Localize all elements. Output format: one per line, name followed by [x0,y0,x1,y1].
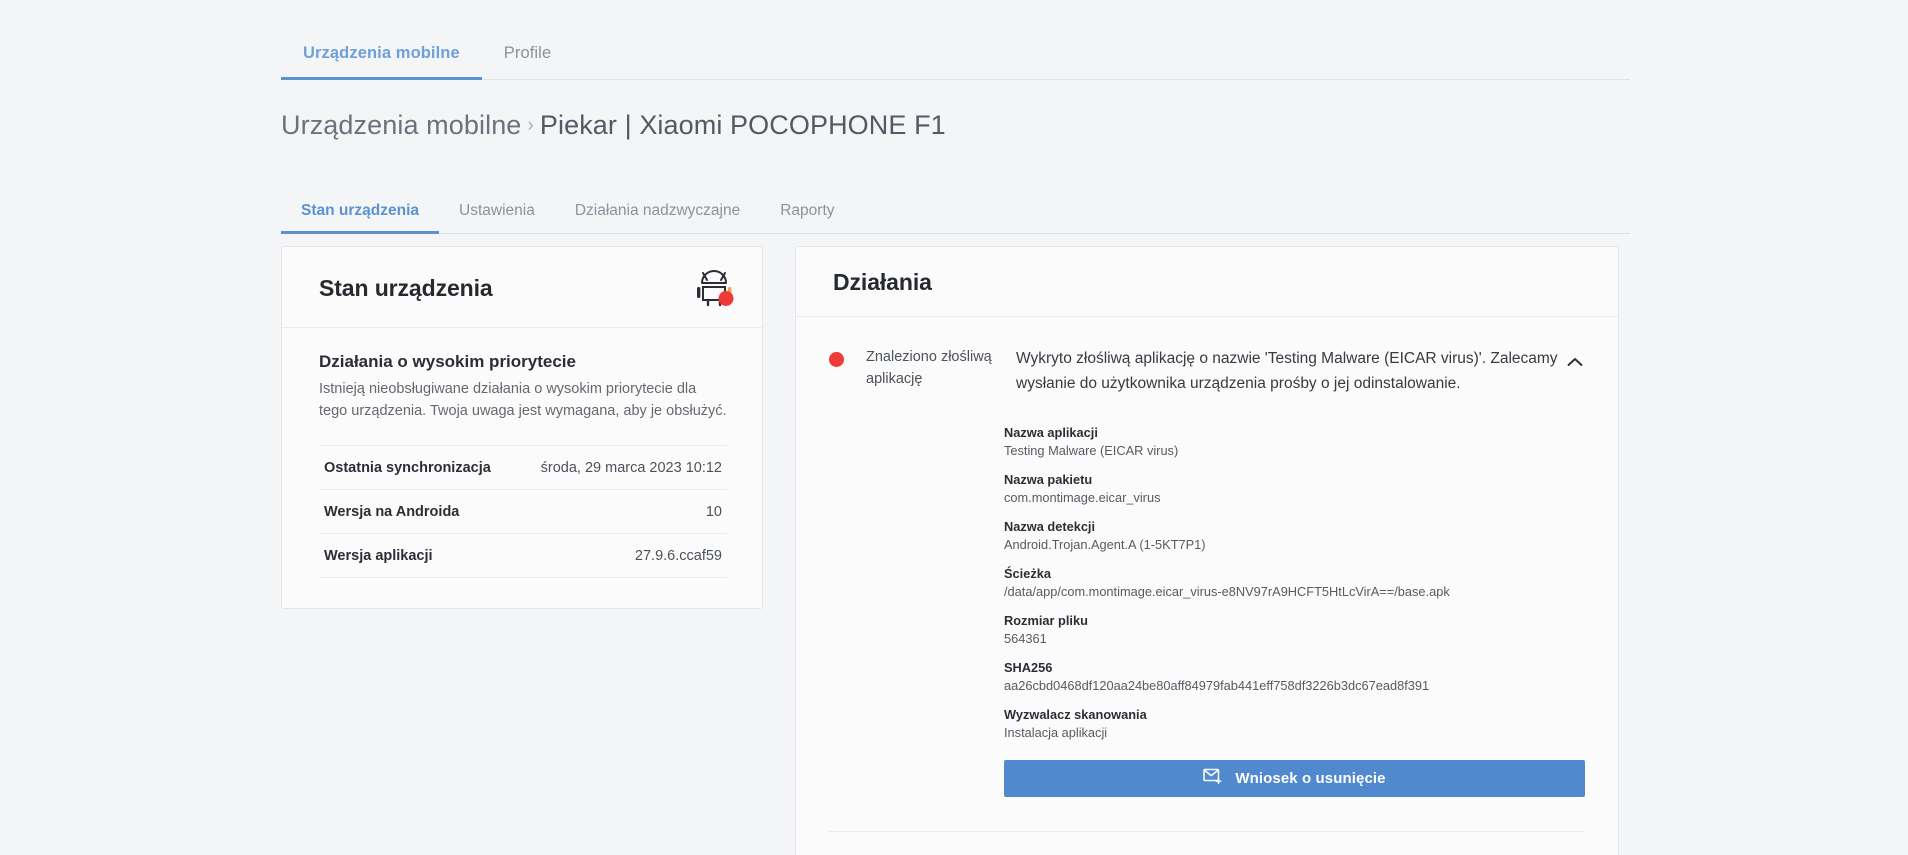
row-value: 27.9.6.ccaf59 [634,547,722,564]
detail-list: Nazwa aplikacji Testing Malware (EICAR v… [1004,425,1585,740]
detail-value: com.montimage.eicar_virus [1004,489,1161,505]
breadcrumb-separator: › [527,115,534,136]
severity-dot-icon [829,352,844,367]
detail-item: Nazwa detekcji Android.Trojan.Agent.A (1… [1004,519,1585,552]
detail-item: Rozmiar pliku 564361 [1004,613,1585,646]
row-key: Wersja na Androida [324,503,460,520]
device-status-card: Stan urządzenia Działania o wysokim prio… [281,246,763,609]
detail-item: Nazwa pakietu com.montimage.eicar_virus [1004,472,1585,505]
tab-reports[interactable]: Raporty [760,202,854,233]
detail-label: Rozmiar pliku [1004,612,1088,628]
detail-value: 564361 [1004,630,1047,646]
android-robot-icon [695,269,735,307]
table-row: Wersja aplikacji 27.9.6.ccaf59 [319,533,727,578]
table-row: Wersja na Androida 10 [319,489,727,534]
detail-value: Testing Malware (EICAR virus) [1004,442,1179,458]
actions-card: Działania Znaleziono złośliwą aplikację … [795,246,1619,855]
detail-label: Nazwa aplikacji [1004,424,1098,440]
top-navigation: Urządzenia mobilne Profile [281,0,1630,80]
device-status-title: Stan urządzenia [319,274,493,301]
detail-item: Wyzwalacz skanowania Instalacja aplikacj… [1004,707,1585,740]
detail-item: SHA256 aa26cbd0468df120aa24be80aff84979f… [1004,660,1585,693]
detail-value: Android.Trojan.Agent.A (1-5KT7P1) [1004,536,1206,552]
sub-tab-list: Stan urządzenia Ustawienia Działania nad… [281,186,1630,234]
device-status-body: Działania o wysokim priorytecie Istnieją… [282,328,762,608]
request-removal-button[interactable]: Wniosek o usunięcie [1004,759,1585,797]
table-row: Ostatnia synchronizacja środa, 29 marca … [319,445,727,490]
row-value: środa, 29 marca 2023 10:12 [540,459,722,476]
action-description: Wykryto złośliwą aplikację o nazwie 'Tes… [1016,350,1558,392]
detail-label: SHA256 [1004,659,1053,675]
actions-card-footer-space [796,832,1618,855]
detail-item: Ścieżka /data/app/com.montimage.eicar_vi… [1004,566,1585,599]
actions-card-header: Działania [796,247,1618,317]
tab-emergency-actions[interactable]: Działania nadzwyczajne [555,202,760,233]
chevron-up-icon[interactable] [1562,349,1588,375]
detail-label: Ścieżka [1004,565,1051,581]
page-root: Urządzenia mobilne Profile Urządzenia mo… [0,0,1908,855]
detail-label: Wyzwalacz skanowania [1004,706,1147,722]
tab-profiles[interactable]: Profile [482,44,573,79]
tab-device-status[interactable]: Stan urządzenia [281,202,439,234]
row-key: Ostatnia synchronizacja [324,459,491,476]
high-priority-title: Działania o wysokim priorytecie [319,352,576,371]
device-info-table: Ostatnia synchronizacja środa, 29 marca … [319,445,727,578]
action-item: Znaleziono złośliwą aplikację Wykryto zł… [796,317,1618,397]
detail-value: Instalacja aplikacji [1004,724,1108,740]
detail-value: aa26cbd0468df120aa24be80aff84979fab441ef… [1004,677,1430,693]
detail-label: Nazwa detekcji [1004,518,1096,534]
detail-label: Nazwa pakietu [1004,471,1093,487]
row-value: 10 [705,503,722,520]
actions-title: Działania [833,269,932,295]
request-removal-button-label: Wniosek o usunięcie [1235,769,1386,787]
device-status-card-header: Stan urządzenia [282,247,762,328]
action-details-block: Nazwa aplikacji Testing Malware (EICAR v… [796,425,1618,797]
detail-item: Nazwa aplikacji Testing Malware (EICAR v… [1004,425,1585,458]
tab-mobile-devices[interactable]: Urządzenia mobilne [281,44,482,80]
breadcrumb-current: Piekar | Xiaomi POCOPHONE F1 [539,110,946,140]
envelope-plus-icon [1203,768,1223,788]
action-label: Znaleziono złośliwą aplikację [866,349,992,387]
action-main: Wykryto złośliwą aplikację o nazwie 'Tes… [1016,347,1562,397]
actions-body: Znaleziono złośliwą aplikację Wykryto zł… [796,317,1618,855]
sub-navigation: Stan urządzenia Ustawienia Działania nad… [281,186,1630,234]
breadcrumb-root[interactable]: Urządzenia mobilne [281,110,521,140]
row-key: Wersja aplikacji [324,547,433,564]
tab-settings[interactable]: Ustawienia [439,202,555,233]
top-tab-list: Urządzenia mobilne Profile [281,0,1630,80]
high-priority-description: Istnieją nieobsługiwane działania o wyso… [319,381,727,420]
breadcrumb: Urządzenia mobilne › Piekar | Xiaomi POCOP… [281,110,946,141]
detail-value: /data/app/com.montimage.eicar_virus-e8NV… [1004,583,1450,599]
